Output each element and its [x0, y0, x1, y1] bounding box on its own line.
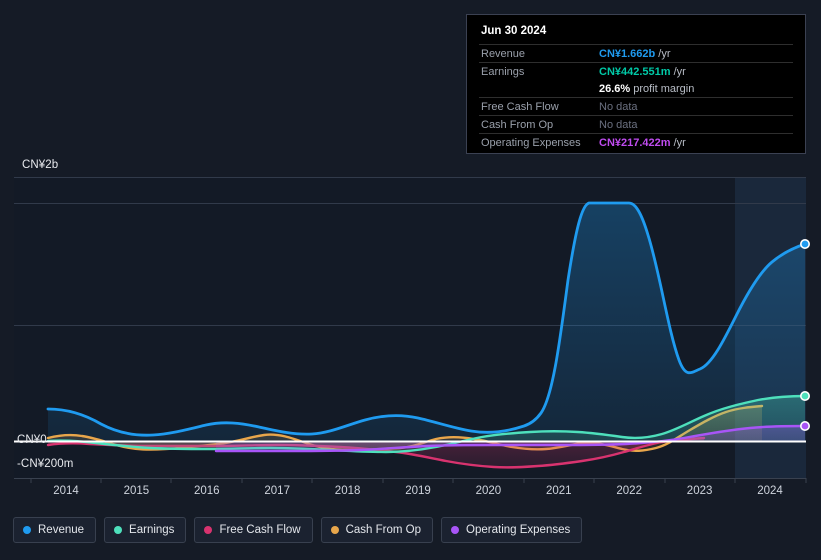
- legend-item-label: Free Cash Flow: [219, 524, 301, 536]
- y-axis-label-bottom: -CN¥200m: [17, 458, 74, 470]
- tooltip-row: Earnings CN¥442.551m/yr: [479, 62, 793, 80]
- x-axis-tick-2020: 2020: [475, 485, 502, 497]
- tooltip-row-label: Earnings: [481, 65, 525, 78]
- tooltip-row-unit: profit margin: [633, 82, 695, 95]
- legend-item-earnings[interactable]: Earnings: [104, 517, 187, 543]
- y-axis-label-top: CN¥2b: [22, 159, 59, 171]
- revenue-endpoint-marker: [799, 239, 810, 250]
- x-axis-tick-2017: 2017: [264, 485, 290, 497]
- legend-item-revenue[interactable]: Revenue: [13, 517, 97, 543]
- tooltip-row: Cash From Op No data: [479, 115, 793, 133]
- tooltip-row-label: Free Cash Flow: [481, 100, 559, 113]
- tooltip-date: Jun 30 2024: [481, 25, 547, 37]
- tooltip-row: Free Cash Flow No data: [479, 97, 793, 115]
- x-axis-labels: 2014 2015 2016 2017 2018 2019 2020 2021 2022 2023…: [0, 485, 821, 503]
- legend-color-dot-icon: [451, 526, 460, 534]
- x-axis-tick-2014: 2014: [53, 485, 79, 497]
- tooltip-row: Operating Expenses CN¥217.422m/yr: [479, 133, 793, 151]
- legend-item-free-cash-flow[interactable]: Free Cash Flow: [194, 517, 313, 543]
- legend-item-operating-expenses[interactable]: Operating Expenses: [441, 517, 583, 543]
- y-axis-label-zero: CN¥0: [17, 434, 47, 446]
- x-axis-tick-2021: 2021: [546, 485, 572, 497]
- tooltip-row-unit: /yr: [658, 47, 671, 60]
- tooltip-row-label: Operating Expenses: [481, 136, 581, 149]
- chart-screen: CN¥2b CN¥0 -CN¥200m 2014 2015 2016 2017 2018…: [0, 0, 821, 560]
- x-axis-tick-2016: 2016: [194, 485, 220, 497]
- legend-item-label: Operating Expenses: [466, 524, 571, 536]
- tooltip-rows: Revenue CN¥1.662b/yr Earnings CN¥442.551m/y…: [479, 44, 793, 151]
- tooltip-row-label: Cash From Op: [481, 118, 554, 131]
- tooltip-row-value: CN¥1.662b: [599, 47, 656, 60]
- tooltip-row-value: No data: [599, 118, 638, 131]
- legend-color-dot-icon: [23, 526, 31, 534]
- chart-legend[interactable]: Revenue Earnings Free Cash Flow Cash From O…: [13, 517, 583, 543]
- tooltip-row-value: 26.6%: [599, 82, 631, 95]
- tooltip-row-label: Revenue: [481, 47, 526, 60]
- legend-item-label: Earnings: [129, 524, 175, 536]
- legend-color-dot-icon: [204, 526, 213, 534]
- tooltip-row-value: No data: [599, 100, 638, 113]
- tooltip-row-unit: /yr: [673, 65, 686, 78]
- x-axis-tick-2015: 2015: [123, 485, 150, 497]
- x-axis-tick-2024: 2024: [757, 485, 783, 497]
- tooltip-row: 26.6% profit margin: [479, 80, 793, 97]
- operating-expenses-endpoint-marker: [799, 420, 810, 431]
- tooltip-row-value: CN¥442.551m: [599, 65, 671, 78]
- x-axis-tick-2018: 2018: [334, 485, 361, 497]
- x-axis-tick-2019: 2019: [405, 485, 431, 497]
- x-axis-tick-2023: 2023: [686, 485, 713, 497]
- legend-item-cash-from-op[interactable]: Cash From Op: [320, 517, 434, 543]
- x-axis-tick-2022: 2022: [616, 485, 642, 497]
- tooltip-row-unit: /yr: [673, 136, 686, 149]
- earnings-endpoint-marker: [799, 390, 810, 401]
- legend-item-label: Revenue: [38, 524, 85, 536]
- legend-color-dot-icon: [330, 526, 339, 534]
- legend-item-label: Cash From Op: [345, 524, 422, 536]
- tooltip-row: Revenue CN¥1.662b/yr: [479, 44, 793, 62]
- legend-color-dot-icon: [114, 526, 123, 534]
- data-tooltip: Jun 30 2024 Revenue CN¥1.662b/yr Earnings C…: [466, 14, 806, 154]
- tooltip-row-value: CN¥217.422m: [599, 136, 671, 149]
